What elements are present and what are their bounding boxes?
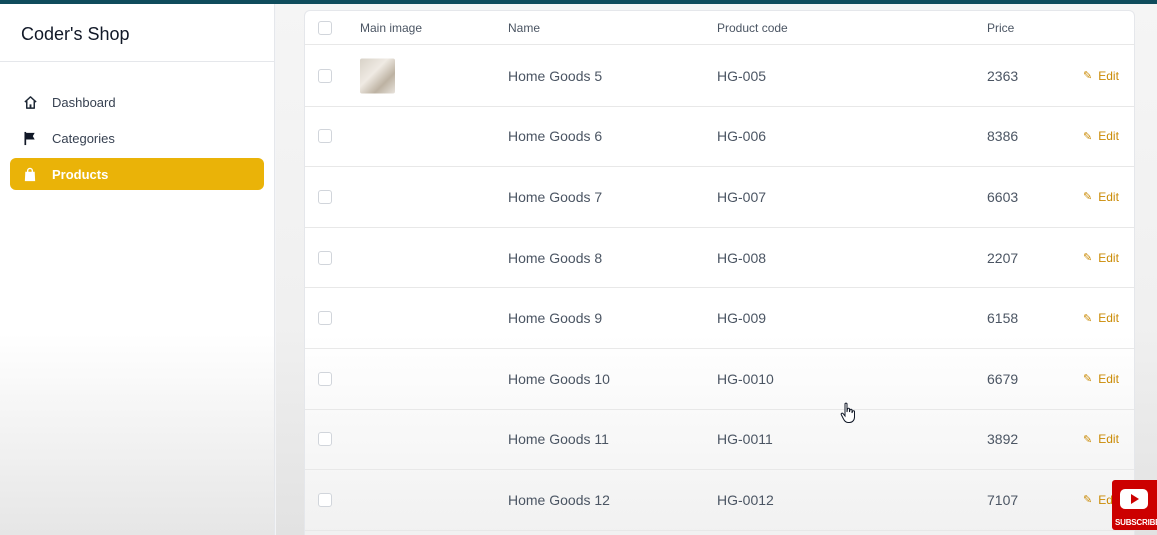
product-code: HG-006: [717, 128, 767, 145]
table-row: Home Goods 8 HG-008 2207 ✎ Edit: [305, 228, 1134, 289]
row-checkbox[interactable]: [318, 492, 332, 507]
product-price: 7107: [987, 491, 1019, 508]
header-main-image: Main image: [360, 20, 423, 35]
edit-label: Edit: [1098, 68, 1119, 83]
table-row: Home Goods 9 HG-009 6158 ✎ Edit: [305, 288, 1134, 349]
edit-label: Edit: [1098, 432, 1119, 447]
product-name: Home Goods 11: [508, 431, 609, 448]
hand-cursor-icon: [840, 402, 858, 429]
product-code: HG-005: [717, 67, 767, 84]
table-row: Home Goods 11 HG-0011 3892 ✎ Edit: [305, 410, 1134, 471]
product-name: Home Goods 5: [508, 67, 603, 84]
product-name: Home Goods 12: [508, 491, 610, 508]
shopping-bag-icon: [22, 166, 38, 182]
sidebar-item-label: Products: [52, 166, 109, 182]
table-row: Home Goods 6 HG-006 8386 ✎ Edit: [305, 107, 1134, 168]
subscribe-badge[interactable]: SUBSCRIBE: [1112, 480, 1157, 530]
product-name: Home Goods 6: [508, 128, 603, 145]
product-code: HG-0012: [717, 491, 774, 508]
sidebar-nav: Dashboard Categories Products: [0, 62, 274, 190]
sidebar-item-dashboard[interactable]: Dashboard: [10, 86, 264, 118]
sidebar-item-categories[interactable]: Categories: [10, 122, 264, 154]
edit-label: Edit: [1098, 311, 1119, 326]
product-name: Home Goods 9: [508, 310, 603, 327]
edit-label: Edit: [1098, 129, 1119, 144]
brand-title: Coder's Shop: [0, 4, 274, 62]
product-thumbnail: [360, 58, 395, 94]
product-code: HG-007: [717, 188, 767, 205]
product-code: HG-0011: [717, 431, 773, 448]
row-checkbox[interactable]: [318, 371, 332, 386]
edit-button[interactable]: ✎ Edit: [1083, 432, 1119, 446]
product-code: HG-0010: [717, 370, 774, 387]
product-price: 2207: [987, 249, 1019, 266]
product-price: 2363: [987, 67, 1019, 84]
edit-button[interactable]: ✎ Edit: [1083, 372, 1119, 386]
edit-button[interactable]: ✎ Edit: [1083, 129, 1119, 143]
product-name: Home Goods 8: [508, 249, 603, 266]
product-price: 8386: [987, 128, 1019, 145]
sidebar-item-label: Dashboard: [52, 94, 116, 110]
pencil-icon: ✎: [1083, 494, 1093, 507]
row-checkbox[interactable]: [318, 311, 332, 326]
pencil-icon: ✎: [1083, 312, 1093, 325]
pencil-icon: ✎: [1083, 191, 1093, 204]
header-name: Name: [508, 20, 541, 35]
table-row: Home Goods 7 HG-007 6603 ✎ Edit: [305, 167, 1134, 228]
pencil-icon: ✎: [1083, 130, 1093, 143]
row-checkbox[interactable]: [318, 129, 332, 144]
main-content: Main image Name Product code Price Home …: [276, 4, 1157, 535]
product-name: Home Goods 10: [508, 370, 610, 387]
row-checkbox[interactable]: [318, 189, 332, 204]
edit-button[interactable]: ✎ Edit: [1083, 251, 1119, 265]
home-icon: [22, 94, 38, 110]
product-name: Home Goods 7: [508, 188, 603, 205]
edit-label: Edit: [1098, 189, 1119, 204]
product-price: 6603: [987, 188, 1019, 205]
product-price: 3892: [987, 431, 1019, 448]
play-icon: [1120, 489, 1148, 509]
header-price: Price: [987, 20, 1015, 35]
sidebar: Coder's Shop Dashboard Categories Produc…: [0, 4, 275, 535]
pencil-icon: ✎: [1083, 70, 1093, 83]
sidebar-item-products[interactable]: Products: [10, 158, 264, 190]
table-row: Home Goods 12 HG-0012 7107 ✎ Edit: [305, 470, 1134, 531]
header-product-code: Product code: [717, 20, 788, 35]
flag-icon: [22, 130, 38, 146]
edit-button[interactable]: ✎ Edit: [1083, 190, 1119, 204]
row-checkbox[interactable]: [318, 250, 332, 265]
edit-button[interactable]: ✎ Edit: [1083, 69, 1119, 83]
table-row: Home Goods 5 HG-005 2363 ✎ Edit: [305, 46, 1134, 107]
subscribe-label: SUBSCRIBE: [1115, 518, 1157, 527]
product-code: HG-008: [717, 249, 767, 266]
product-price: 6158: [987, 310, 1019, 327]
edit-label: Edit: [1098, 250, 1119, 265]
pencil-icon: ✎: [1083, 252, 1093, 265]
select-all-checkbox[interactable]: [318, 20, 332, 35]
edit-button[interactable]: ✎ Edit: [1083, 311, 1119, 325]
products-table: Main image Name Product code Price Home …: [304, 10, 1135, 535]
product-price: 6679: [987, 370, 1019, 387]
table-header: Main image Name Product code Price: [305, 11, 1134, 45]
row-checkbox[interactable]: [318, 432, 332, 447]
pencil-icon: ✎: [1083, 433, 1093, 446]
table-row: Home Goods 10 HG-0010 6679 ✎ Edit: [305, 349, 1134, 410]
row-checkbox[interactable]: [318, 68, 332, 83]
pencil-icon: ✎: [1083, 373, 1093, 386]
edit-label: Edit: [1098, 371, 1119, 386]
product-code: HG-009: [717, 310, 767, 327]
sidebar-item-label: Categories: [52, 130, 115, 146]
